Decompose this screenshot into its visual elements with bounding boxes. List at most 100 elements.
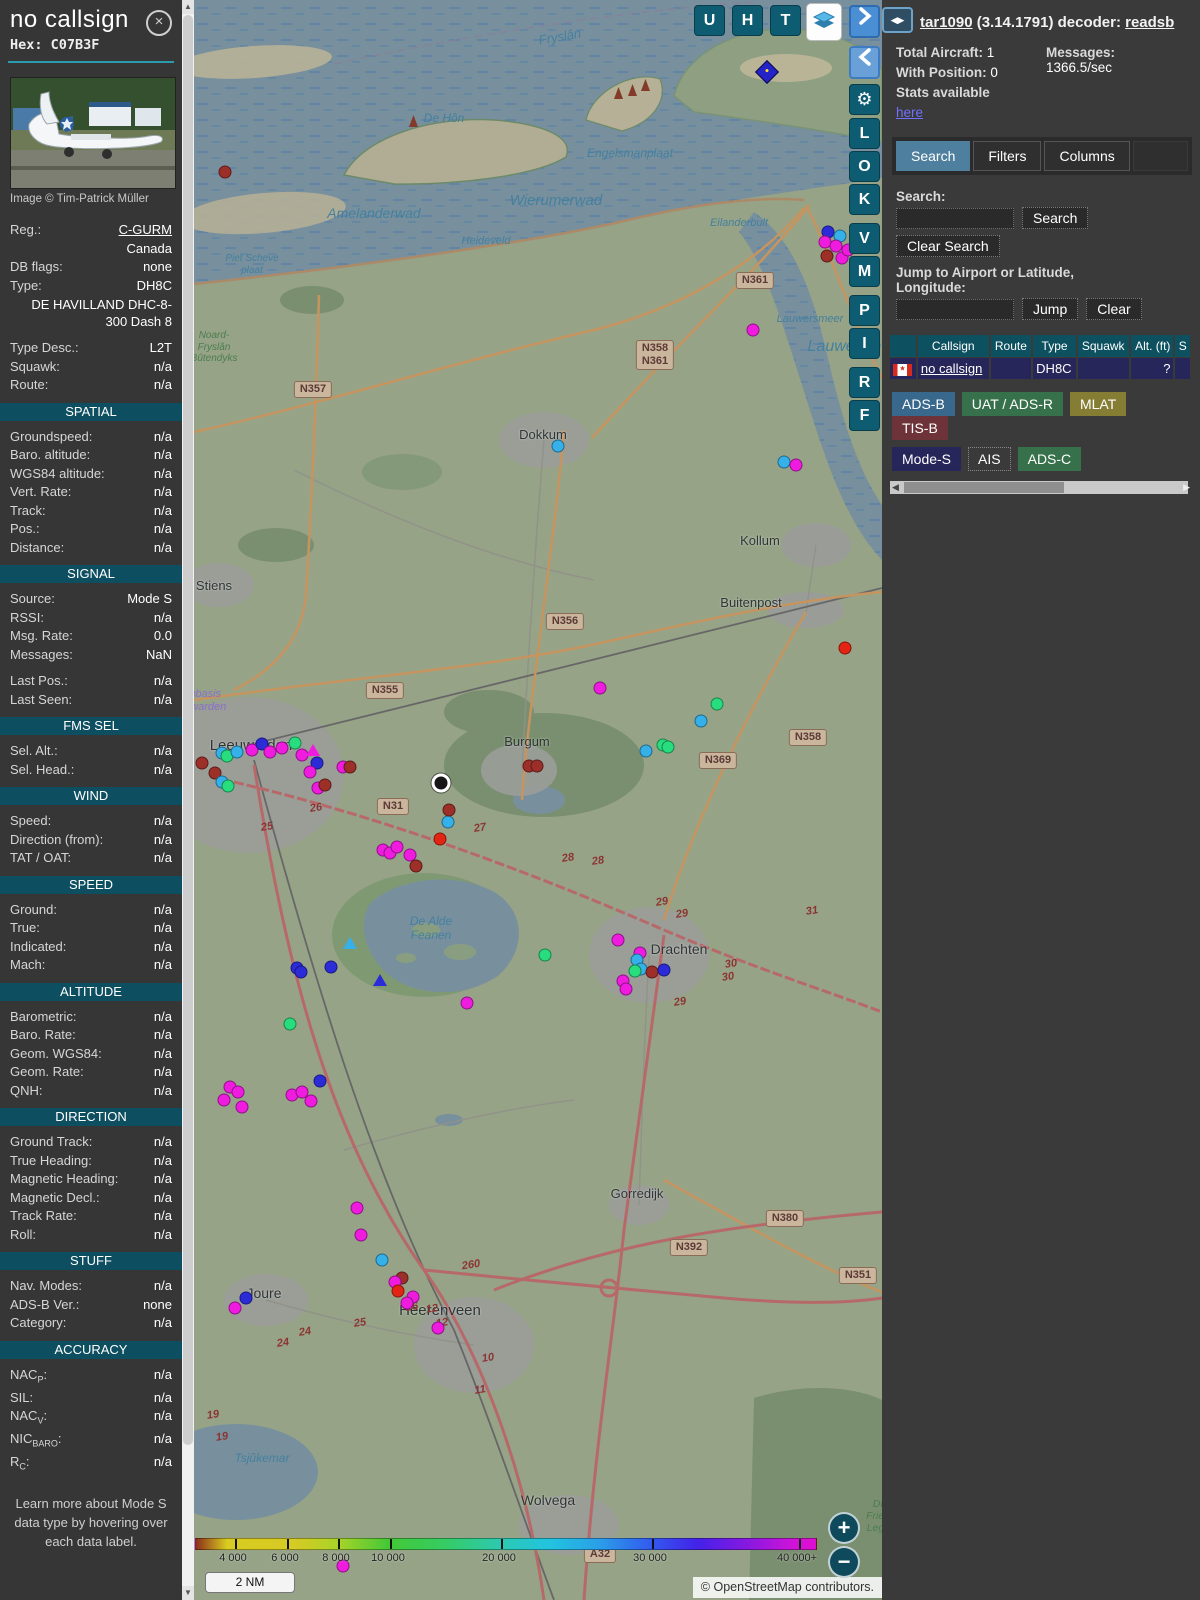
aircraft-dot[interactable] xyxy=(391,1284,405,1298)
settings-button[interactable]: ⚙ xyxy=(849,84,880,115)
aircraft-dot[interactable] xyxy=(442,803,456,817)
aircraft-dot[interactable] xyxy=(195,756,209,770)
aircraft-dot[interactable] xyxy=(433,832,447,846)
scrollbar-thumb[interactable] xyxy=(183,15,193,1445)
aircraft-dot[interactable] xyxy=(313,1074,327,1088)
aircraft-dot[interactable] xyxy=(303,765,317,779)
aircraft-triangle-marker[interactable] xyxy=(373,974,387,986)
table-header-Route[interactable]: Route xyxy=(990,335,1032,357)
table-header-Type[interactable]: Type xyxy=(1033,335,1076,357)
aircraft-dot[interactable] xyxy=(283,1017,297,1031)
tab-filters[interactable]: Filters xyxy=(973,141,1042,171)
table-header-S[interactable]: S xyxy=(1175,335,1190,357)
map-button-m[interactable]: M xyxy=(849,256,880,287)
sidebar-scrollbar[interactable]: ▲ ▼ xyxy=(182,0,194,1600)
aircraft-dot[interactable] xyxy=(694,714,708,728)
aircraft-dot[interactable] xyxy=(409,859,423,873)
map-button-p[interactable]: P xyxy=(849,295,880,326)
aircraft-dot[interactable] xyxy=(400,1296,414,1310)
map-button-u[interactable]: U xyxy=(694,5,725,36)
aircraft-dot[interactable] xyxy=(231,1085,245,1099)
aircraft-dot[interactable] xyxy=(551,439,565,453)
aircraft-dot[interactable] xyxy=(431,1321,445,1335)
aircraft-dot[interactable] xyxy=(390,840,404,854)
table-header-Alt. (ft)[interactable]: Alt. (ft) xyxy=(1130,335,1174,357)
scroll-left-icon[interactable]: ◀ xyxy=(892,481,899,494)
aircraft-dot[interactable] xyxy=(777,455,791,469)
hscroll-thumb[interactable] xyxy=(904,482,1064,493)
aircraft-dot[interactable] xyxy=(746,323,760,337)
zoom-out-button[interactable]: − xyxy=(828,1546,860,1578)
aircraft-dot[interactable] xyxy=(318,778,332,792)
aircraft-dot[interactable] xyxy=(230,745,244,759)
source-chip-ads-b[interactable]: ADS-B xyxy=(892,392,955,416)
map-button-r[interactable]: R xyxy=(849,367,880,398)
aircraft-dot[interactable] xyxy=(639,744,653,758)
aircraft-dot[interactable] xyxy=(350,1201,364,1215)
panel-collapse-button[interactable] xyxy=(849,46,880,79)
aircraft-dot[interactable] xyxy=(530,759,544,773)
source-chip-uat-ads-r[interactable]: UAT / ADS-R xyxy=(961,392,1063,416)
search-button[interactable]: Search xyxy=(1022,207,1089,229)
aircraft-dot[interactable] xyxy=(710,697,724,711)
map-button-l[interactable]: L xyxy=(849,118,880,149)
aircraft-dot[interactable] xyxy=(661,740,675,754)
stats-link[interactable]: here xyxy=(896,105,923,120)
source-chip-ads-c[interactable]: ADS-C xyxy=(1017,447,1082,471)
aircraft-dot[interactable] xyxy=(235,1100,249,1114)
map-button-i[interactable]: I xyxy=(849,328,880,359)
scroll-up-icon[interactable]: ▲ xyxy=(182,0,194,14)
layers-button[interactable] xyxy=(806,3,842,41)
osm-link[interactable]: OpenStreetMap xyxy=(713,1580,801,1594)
aircraft-dot[interactable] xyxy=(838,641,852,655)
map[interactable]: U H T ⚙ LOKVMPIRF Fryslân De Hôn Engelsman… xyxy=(194,0,882,1600)
aircraft-dot[interactable] xyxy=(619,982,633,996)
aircraft-dot[interactable] xyxy=(217,1093,231,1107)
aircraft-photo[interactable] xyxy=(10,77,176,189)
table-header-Callsign[interactable]: Callsign xyxy=(917,335,989,357)
aircraft-dot[interactable] xyxy=(288,736,302,750)
aircraft-triangle-marker[interactable] xyxy=(306,744,320,756)
jump-clear-button[interactable]: Clear xyxy=(1086,298,1142,320)
table-row[interactable]: no callsign DH8C? xyxy=(890,358,1190,379)
aircraft-dot[interactable] xyxy=(611,933,625,947)
selected-aircraft-marker[interactable] xyxy=(431,773,451,793)
search-input[interactable] xyxy=(896,207,1014,229)
map-button-o[interactable]: O xyxy=(849,151,880,182)
tab-columns[interactable]: Columns xyxy=(1044,141,1130,171)
aircraft-dot[interactable] xyxy=(228,1301,242,1315)
aircraft-dot[interactable] xyxy=(628,964,642,978)
table-header-Squawk[interactable]: Squawk xyxy=(1077,335,1129,357)
aircraft-dot[interactable] xyxy=(354,1228,368,1242)
scroll-right-icon[interactable]: ▶ xyxy=(1183,481,1190,494)
map-button-k[interactable]: K xyxy=(849,184,880,215)
tab-search[interactable]: Search xyxy=(896,141,971,171)
aircraft-dot[interactable] xyxy=(820,249,834,263)
source-chip-mlat[interactable]: MLAT xyxy=(1069,392,1127,416)
map-button-h[interactable]: H xyxy=(732,5,763,36)
map-button-f[interactable]: F xyxy=(849,400,880,431)
aircraft-dot[interactable] xyxy=(218,165,232,179)
aircraft-dot[interactable] xyxy=(460,996,474,1010)
source-chip-tis-b[interactable]: TIS-B xyxy=(892,416,948,440)
aircraft-dot[interactable] xyxy=(538,948,552,962)
close-icon[interactable]: × xyxy=(146,10,172,36)
aircraft-dot[interactable] xyxy=(441,815,455,829)
aircraft-triangle-marker[interactable] xyxy=(343,937,357,949)
readsb-link[interactable]: readsb xyxy=(1125,14,1174,31)
aircraft-dot[interactable] xyxy=(221,779,235,793)
aircraft-dot[interactable] xyxy=(304,1094,318,1108)
aircraft-dot[interactable] xyxy=(239,1291,253,1305)
aircraft-dot[interactable] xyxy=(275,741,289,755)
callsign-cell[interactable]: no callsign xyxy=(917,358,989,379)
map-button-v[interactable]: V xyxy=(849,223,880,254)
jump-input[interactable] xyxy=(896,298,1014,320)
aircraft-dot[interactable] xyxy=(645,965,659,979)
aircraft-dot[interactable] xyxy=(657,963,671,977)
panel-expand-button[interactable] xyxy=(849,5,880,38)
aircraft-dot[interactable] xyxy=(789,458,803,472)
clear-search-button[interactable]: Clear Search xyxy=(896,235,1000,257)
aircraft-dot[interactable] xyxy=(375,1253,389,1267)
jump-button[interactable]: Jump xyxy=(1022,298,1079,320)
aircraft-dot[interactable] xyxy=(343,760,357,774)
